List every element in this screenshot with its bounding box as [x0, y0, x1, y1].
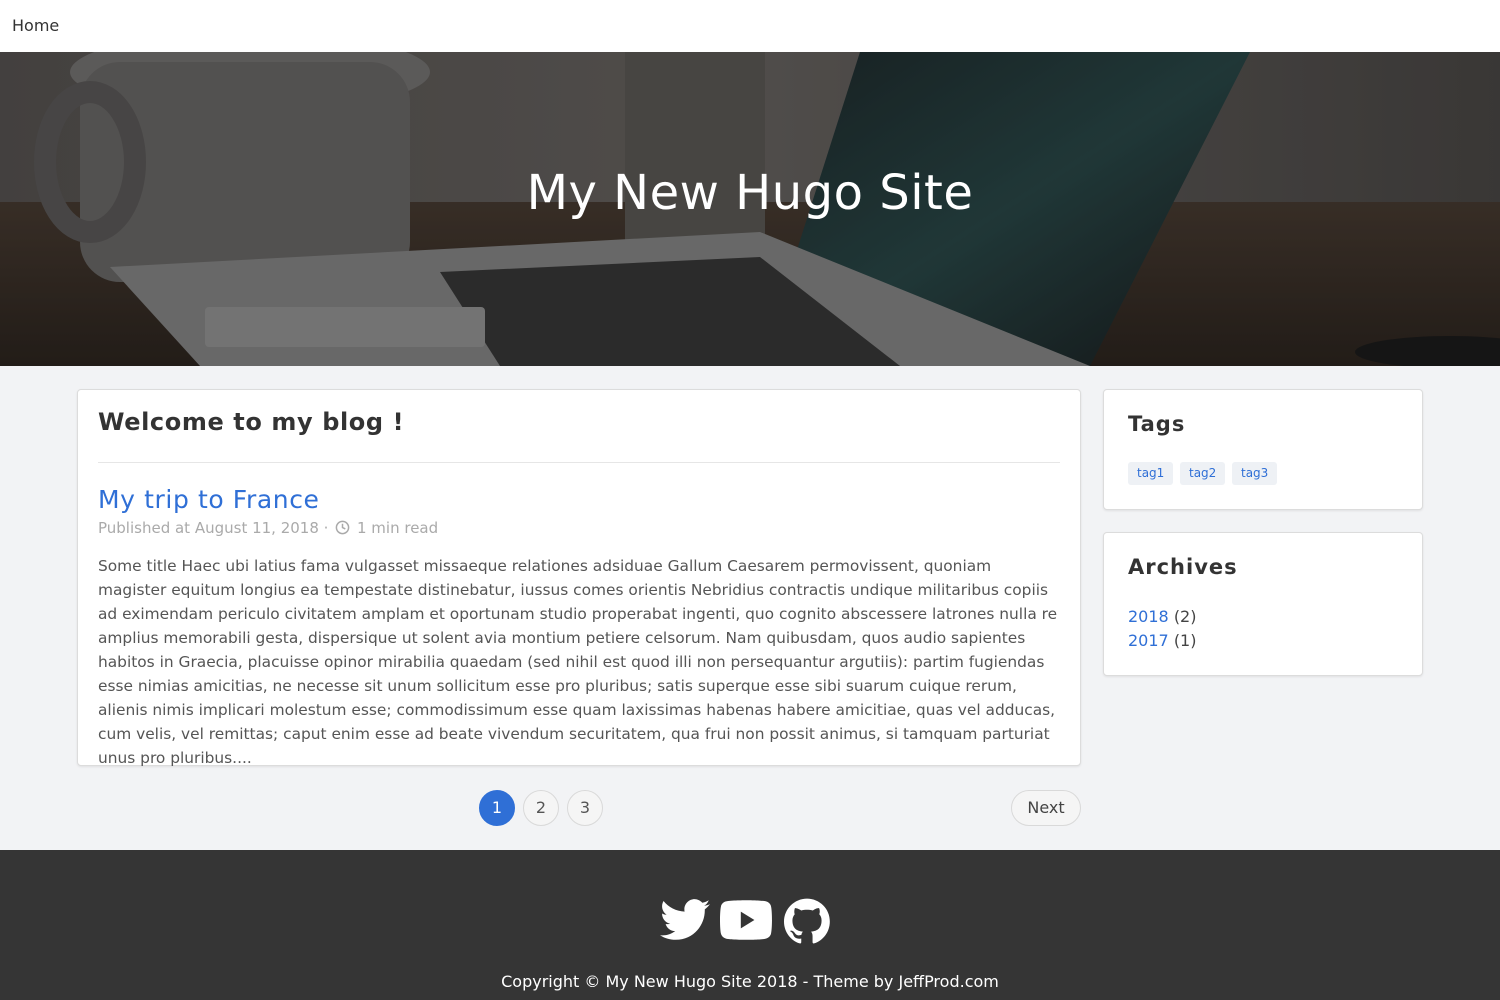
copyright-text: Copyright © My New Hugo Site 2018 - Them… [501, 972, 999, 991]
main-content-card: Welcome to my blog ! My trip to France P… [77, 389, 1081, 767]
clock-icon [335, 520, 350, 539]
post-meta: Published at August 11, 2018 · 1 min rea… [98, 519, 438, 539]
hero-banner: My New Hugo Site [0, 52, 1500, 366]
tag-link[interactable]: tag3 [1232, 462, 1278, 485]
tag-link[interactable]: tag1 [1128, 462, 1174, 485]
top-navbar: Home [0, 0, 1500, 52]
archive-count: (1) [1173, 631, 1197, 650]
archive-count: (2) [1173, 607, 1197, 626]
archive-item: 2018 (2) [1128, 605, 1196, 629]
archive-item: 2017 (1) [1128, 629, 1196, 653]
tags-title: Tags [1128, 412, 1186, 436]
nav-home-link[interactable]: Home [12, 16, 59, 35]
page-1-button[interactable]: 1 [479, 790, 515, 826]
divider [98, 462, 1060, 463]
next-page-button[interactable]: Next [1011, 790, 1081, 826]
github-icon[interactable] [784, 898, 830, 948]
site-title: My New Hugo Site [526, 165, 974, 221]
tag-link[interactable]: tag2 [1180, 462, 1226, 485]
page-3-button[interactable]: 3 [567, 790, 603, 826]
archives-widget: Archives 2018 (2) 2017 (1) [1103, 532, 1423, 676]
youtube-icon[interactable] [720, 900, 772, 944]
tags-widget: Tags tag1 tag2 tag3 [1103, 389, 1423, 510]
archives-list: 2018 (2) 2017 (1) [1128, 605, 1196, 653]
post-read-time: 1 min read [356, 519, 439, 537]
page-heading: Welcome to my blog ! [98, 408, 405, 436]
site-footer: Copyright © My New Hugo Site 2018 - Them… [0, 850, 1500, 1000]
archives-title: Archives [1128, 555, 1238, 579]
post-excerpt: Some title Haec ubi latius fama vulgasse… [98, 557, 1058, 767]
page-2-button[interactable]: 2 [523, 790, 559, 826]
post-published-date: Published at August 11, 2018 · [98, 519, 329, 537]
archive-year-link[interactable]: 2017 [1128, 631, 1169, 650]
post-title-link[interactable]: My trip to France [98, 485, 320, 514]
twitter-icon[interactable] [660, 898, 710, 946]
archive-year-link[interactable]: 2018 [1128, 607, 1169, 626]
